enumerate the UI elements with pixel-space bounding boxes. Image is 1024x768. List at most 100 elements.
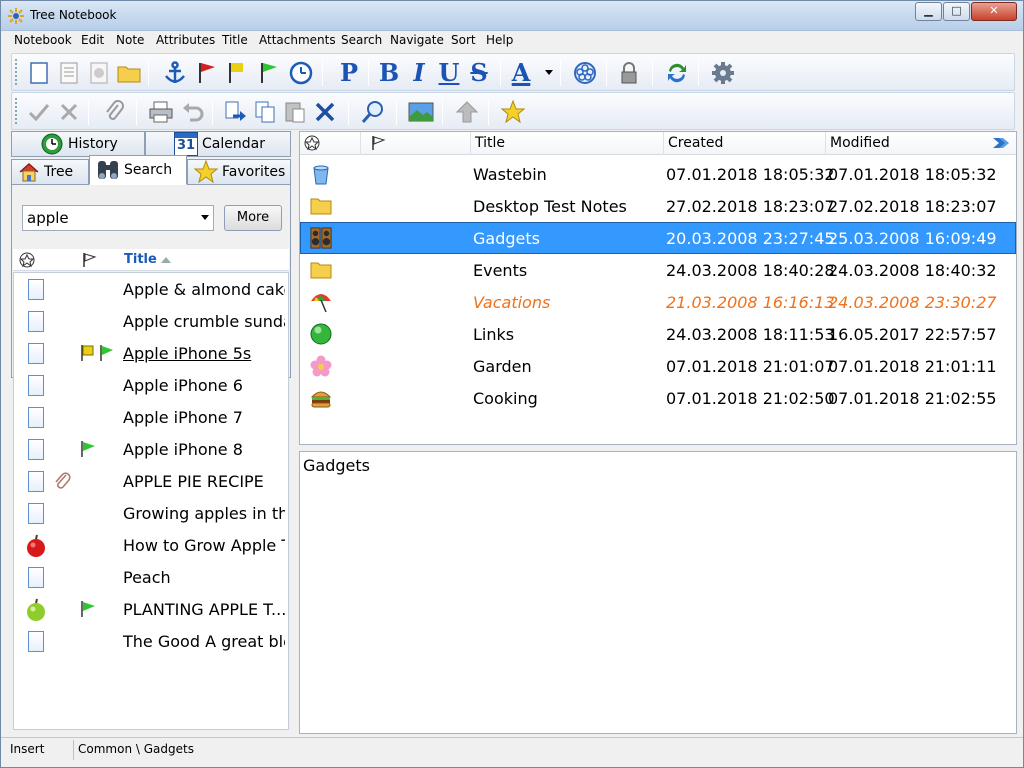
flag-column-icon[interactable] (81, 252, 97, 268)
menu-attachments[interactable]: Attachments (259, 33, 336, 47)
move-up-arrow-icon[interactable] (454, 99, 480, 125)
settings-gear-icon[interactable] (710, 60, 736, 86)
undo-icon[interactable] (180, 99, 206, 125)
calendar-day: 31 (176, 138, 196, 153)
new-folder-icon[interactable] (116, 60, 142, 86)
menu-title[interactable]: Title (222, 33, 248, 47)
column-chooser-icon[interactable] (992, 136, 1010, 150)
list-item[interactable]: Peach (14, 561, 288, 593)
list-item[interactable]: Apple & almond cake (14, 273, 288, 305)
new-text-note-icon[interactable] (56, 60, 82, 86)
table-row[interactable]: Links 24.03.2008 18:11:53 16.05.2017 22:… (300, 318, 1016, 350)
close-button[interactable]: ✕ (971, 2, 1017, 21)
tab-history[interactable]: History (11, 131, 145, 157)
menu-search[interactable]: Search (341, 33, 382, 47)
new-note-icon[interactable] (26, 60, 52, 86)
row-created: 20.03.2008 23:27:45 (666, 229, 835, 248)
menu-note[interactable]: Note (116, 33, 144, 47)
tab-calendar[interactable]: 31 Calendar (145, 131, 291, 157)
underline-button[interactable]: U (436, 60, 462, 86)
menu-sort[interactable]: Sort (451, 33, 476, 47)
insert-image-icon[interactable] (408, 99, 434, 125)
icon-column-icon[interactable] (304, 135, 320, 151)
menu-navigate[interactable]: Navigate (390, 33, 444, 47)
copy-icon[interactable] (252, 99, 278, 125)
paste-icon[interactable] (282, 99, 308, 125)
cut-note-icon[interactable] (222, 99, 248, 125)
find-magnifier-icon[interactable] (360, 99, 386, 125)
table-row[interactable]: Cooking 07.01.2018 21:02:50 07.01.2018 2… (300, 382, 1016, 414)
title-column-header[interactable]: Title (475, 135, 505, 151)
menu-edit[interactable]: Edit (81, 33, 104, 47)
strikethrough-button[interactable]: S (466, 60, 492, 86)
more-button[interactable]: More (224, 205, 282, 231)
clock-icon[interactable] (288, 60, 314, 86)
menu-notebook[interactable]: Notebook (14, 33, 72, 47)
row-created: 24.03.2008 18:11:53 (666, 325, 835, 344)
chevron-down-icon[interactable] (201, 215, 209, 220)
list-item[interactable]: Apple iPhone 8 (14, 433, 288, 465)
note-icon-picker-icon[interactable] (572, 60, 598, 86)
red-flag-icon[interactable] (194, 60, 220, 86)
italic-button[interactable]: I (406, 60, 432, 86)
calendar-icon: 31 (174, 132, 198, 156)
icon-column-icon[interactable] (19, 252, 35, 268)
sync-icon[interactable] (664, 60, 690, 86)
attachment-paperclip-icon[interactable] (102, 99, 128, 125)
minimize-button[interactable]: ▁ (915, 2, 942, 21)
list-item[interactable]: Apple crumble sundae (14, 305, 288, 337)
search-combobox[interactable]: apple (22, 205, 214, 231)
menu-bar: Notebook Edit Note Attributes Title Atta… (1, 31, 1023, 51)
separator (606, 60, 607, 86)
favorite-star-icon[interactable] (500, 99, 526, 125)
title-bar: Tree Notebook ▁ □ ✕ (1, 1, 1023, 31)
table-row[interactable]: Vacations 21.03.2008 16:16:13 24.03.2008… (300, 286, 1016, 318)
created-column-header[interactable]: Created (668, 135, 723, 151)
tab-tree[interactable]: Tree (11, 159, 89, 185)
yellow-flag-icon[interactable] (224, 60, 250, 86)
main-window: Tree Notebook ▁ □ ✕ Notebook Edit Note A… (0, 0, 1024, 768)
modified-column-header[interactable]: Modified (830, 135, 890, 151)
note-editor[interactable]: Gadgets (299, 451, 1017, 734)
green-flag-icon[interactable] (256, 60, 282, 86)
list-item[interactable]: How to Grow Apple Tr... (14, 529, 288, 561)
delete-x-icon[interactable] (312, 99, 338, 125)
table-row[interactable]: Events 24.03.2008 18:40:28 24.03.2008 18… (300, 254, 1016, 286)
list-item[interactable]: Apple iPhone 6 (14, 369, 288, 401)
paragraph-button[interactable]: P (336, 60, 362, 86)
toolbar-grip[interactable] (15, 98, 18, 124)
menu-attributes[interactable]: Attributes (156, 33, 215, 47)
list-item[interactable]: PLANTING APPLE T... (14, 593, 288, 625)
list-item[interactable]: Growing apples in the... (14, 497, 288, 529)
flag-column-icon[interactable] (370, 135, 386, 151)
note-icon (28, 311, 44, 332)
list-item[interactable]: Apple iPhone 7 (14, 401, 288, 433)
anchor-icon[interactable] (162, 60, 188, 86)
font-color-dropdown-icon[interactable] (542, 60, 556, 86)
table-row[interactable]: Desktop Test Notes 27.02.2018 18:23:07 2… (300, 190, 1016, 222)
status-divider (73, 740, 74, 760)
search-input[interactable]: apple (27, 209, 69, 227)
table-row[interactable]: Garden 07.01.2018 21:01:07 07.01.2018 21… (300, 350, 1016, 382)
list-item[interactable]: Apple iPhone 5s (14, 337, 288, 369)
window-title: Tree Notebook (30, 8, 117, 22)
maximize-button[interactable]: □ (943, 2, 970, 21)
list-item[interactable]: The Good A great ble... (14, 625, 288, 657)
bold-button[interactable]: B (376, 60, 402, 86)
attachment-paperclip-icon (55, 472, 71, 489)
editor-content[interactable]: Gadgets (303, 456, 370, 475)
menu-help[interactable]: Help (486, 33, 513, 47)
lock-icon[interactable] (616, 60, 642, 86)
table-row-selected[interactable]: Gadgets 20.03.2008 23:27:45 25.03.2008 1… (300, 222, 1016, 254)
title-column-header[interactable]: Title (124, 252, 157, 267)
tab-search[interactable]: Search (89, 155, 187, 185)
toolbar-grip[interactable] (15, 59, 18, 85)
font-color-button[interactable]: A (508, 60, 534, 86)
print-icon[interactable] (148, 99, 174, 125)
checkmark-icon[interactable] (26, 99, 52, 125)
tab-favorites[interactable]: Favorites (187, 159, 291, 185)
new-outline-note-icon[interactable] (86, 60, 112, 86)
cancel-x-icon[interactable] (56, 99, 82, 125)
table-row[interactable]: Wastebin 07.01.2018 18:05:32 07.01.2018 … (300, 158, 1016, 190)
list-item[interactable]: APPLE PIE RECIPE (14, 465, 288, 497)
